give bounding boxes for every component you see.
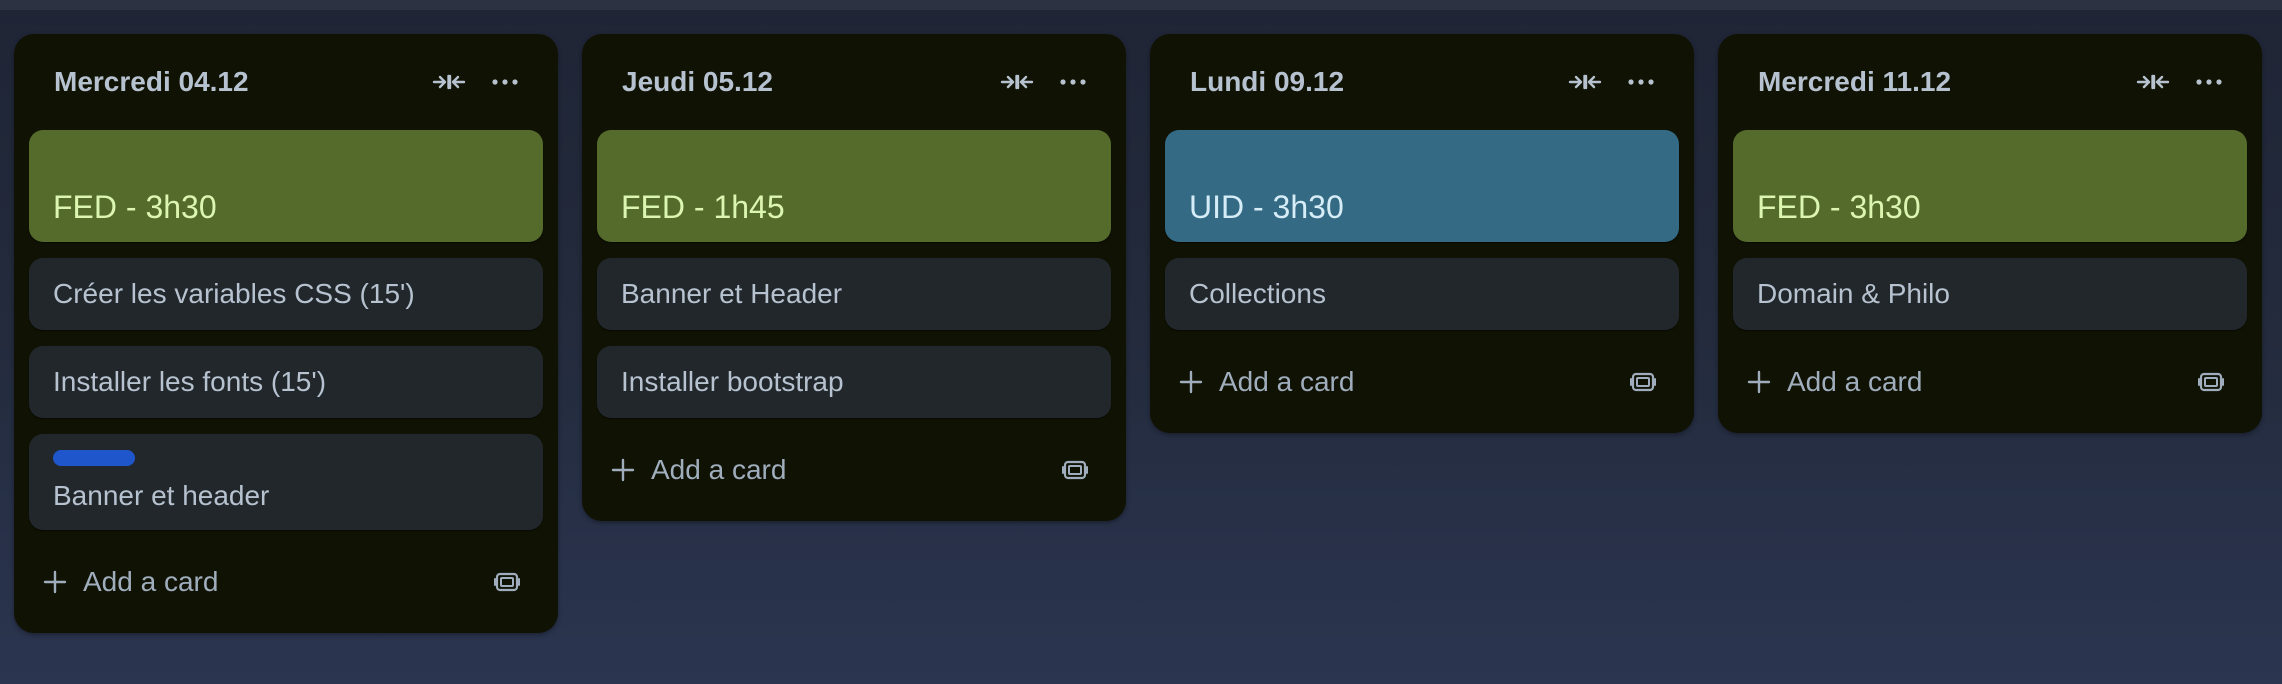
add-card-label: Add a card	[651, 454, 787, 485]
card-template-icon	[1630, 370, 1656, 394]
card-with-label[interactable]: Banner et header	[29, 434, 543, 530]
collapse-arrows-icon	[1568, 72, 1602, 92]
collapse-list-button[interactable]	[421, 54, 477, 110]
list-header: Mercredi 11.12	[1733, 34, 2247, 130]
list-mercredi-04-12: Mercredi 04.12 FED - 3h30 Créer les vari…	[14, 34, 558, 633]
card-list: UID - 3h30 Collections	[1165, 130, 1679, 330]
more-dots-icon	[492, 79, 518, 85]
create-from-template-button[interactable]	[483, 558, 531, 606]
card-template-icon	[1062, 458, 1088, 482]
card-cover[interactable]: FED - 1h45	[597, 130, 1111, 242]
add-card-button[interactable]: Add a card	[1179, 366, 1619, 398]
card-list: FED - 3h30 Créer les variables CSS (15')…	[29, 130, 543, 530]
plus-icon	[43, 570, 67, 594]
plus-icon	[1747, 370, 1771, 394]
list-actions-button[interactable]	[2181, 54, 2237, 110]
add-card-row: Add a card	[1165, 346, 1679, 418]
more-dots-icon	[1060, 79, 1086, 85]
collapse-arrows-icon	[432, 72, 466, 92]
collapse-list-button[interactable]	[2125, 54, 2181, 110]
list-title[interactable]: Lundi 09.12	[1190, 66, 1557, 98]
card[interactable]: Banner et Header	[597, 258, 1111, 330]
create-from-template-button[interactable]	[2187, 358, 2235, 406]
card[interactable]: Installer les fonts (15')	[29, 346, 543, 418]
card-cover[interactable]: UID - 3h30	[1165, 130, 1679, 242]
card[interactable]: Domain & Philo	[1733, 258, 2247, 330]
card-label[interactable]	[53, 450, 135, 466]
list-lundi-09-12: Lundi 09.12 UID - 3h30 Collections Add a…	[1150, 34, 1694, 433]
add-card-button[interactable]: Add a card	[1747, 366, 2187, 398]
add-card-button[interactable]: Add a card	[43, 566, 483, 598]
card-template-icon	[494, 570, 520, 594]
list-header: Jeudi 05.12	[597, 34, 1111, 130]
plus-icon	[1179, 370, 1203, 394]
card-list: FED - 3h30 Domain & Philo	[1733, 130, 2247, 330]
card-title: Banner et header	[53, 480, 270, 511]
add-card-label: Add a card	[83, 566, 219, 597]
list-actions-button[interactable]	[1613, 54, 1669, 110]
card-template-icon	[2198, 370, 2224, 394]
list-mercredi-11-12: Mercredi 11.12 FED - 3h30 Domain & Philo	[1718, 34, 2262, 433]
add-card-label: Add a card	[1787, 366, 1923, 397]
create-from-template-button[interactable]	[1619, 358, 1667, 406]
add-card-row: Add a card	[597, 434, 1111, 506]
collapse-list-button[interactable]	[989, 54, 1045, 110]
card[interactable]: Créer les variables CSS (15')	[29, 258, 543, 330]
list-title[interactable]: Jeudi 05.12	[622, 66, 989, 98]
list-actions-button[interactable]	[1045, 54, 1101, 110]
card[interactable]: Installer bootstrap	[597, 346, 1111, 418]
create-from-template-button[interactable]	[1051, 446, 1099, 494]
card-list: FED - 1h45 Banner et Header Installer bo…	[597, 130, 1111, 418]
add-card-label: Add a card	[1219, 366, 1355, 397]
collapse-arrows-icon	[2136, 72, 2170, 92]
more-dots-icon	[1628, 79, 1654, 85]
add-card-row: Add a card	[1733, 346, 2247, 418]
top-bar	[0, 0, 2282, 10]
add-card-button[interactable]: Add a card	[611, 454, 1051, 486]
card[interactable]: Collections	[1165, 258, 1679, 330]
more-dots-icon	[2196, 79, 2222, 85]
add-card-row: Add a card	[29, 546, 543, 618]
collapse-list-button[interactable]	[1557, 54, 1613, 110]
plus-icon	[611, 458, 635, 482]
list-title[interactable]: Mercredi 11.12	[1758, 66, 2125, 98]
card-cover[interactable]: FED - 3h30	[1733, 130, 2247, 242]
list-actions-button[interactable]	[477, 54, 533, 110]
list-jeudi-05-12: Jeudi 05.12 FED - 1h45 Banner et Header …	[582, 34, 1126, 521]
board: Mercredi 04.12 FED - 3h30 Créer les vari…	[14, 34, 2262, 633]
card-cover[interactable]: FED - 3h30	[29, 130, 543, 242]
collapse-arrows-icon	[1000, 72, 1034, 92]
list-header: Mercredi 04.12	[29, 34, 543, 130]
list-header: Lundi 09.12	[1165, 34, 1679, 130]
list-title[interactable]: Mercredi 04.12	[54, 66, 421, 98]
